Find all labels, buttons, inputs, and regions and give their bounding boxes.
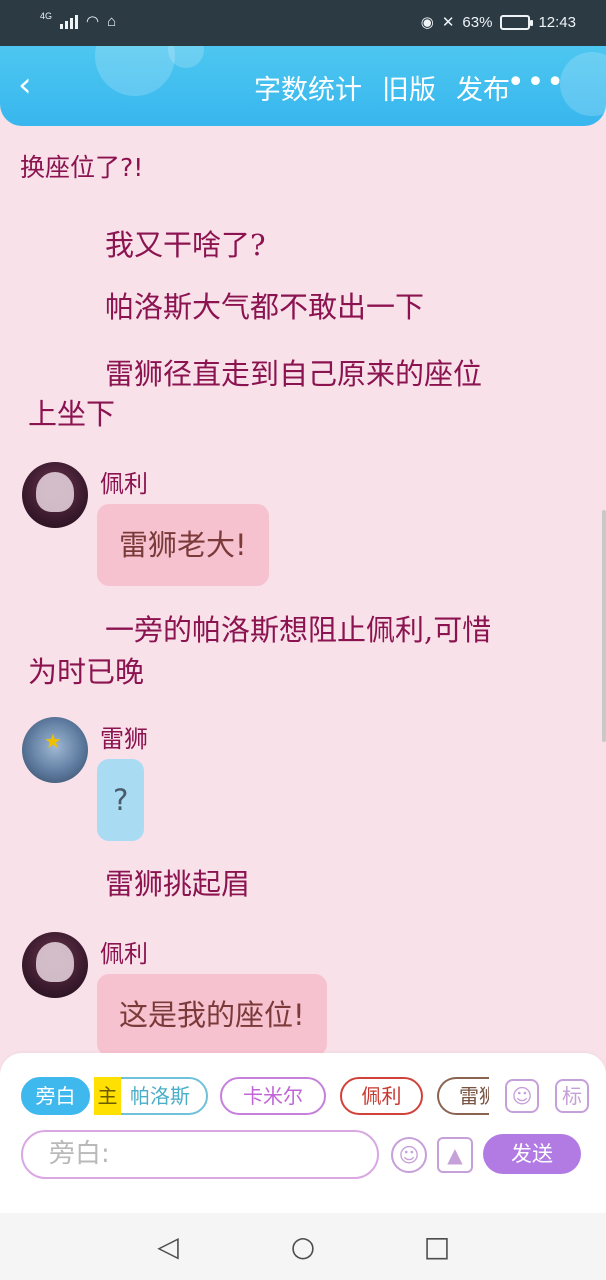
narration-line: 雷狮径直走到自己原来的座位 (105, 357, 483, 391)
publish-button[interactable]: 发布 (456, 68, 510, 107)
status-left: 4G ◠ ⌂ (40, 11, 117, 30)
avatar-hair (36, 472, 74, 512)
speaker-name: 雷狮 (100, 725, 148, 753)
speaker-name: 佩利 (100, 470, 148, 498)
avatar-leishi[interactable]: ★ (22, 717, 88, 783)
decor-bubble (560, 52, 606, 116)
mute-icon: ✕ (441, 14, 455, 31)
nav-recents-icon[interactable]: □ (421, 1231, 453, 1263)
clock: 12:43 (538, 13, 576, 31)
avatar-peri[interactable] (22, 462, 88, 528)
old-version-button[interactable]: 旧版 (382, 68, 436, 107)
nav-back-icon[interactable]: ◁ (152, 1231, 184, 1263)
chat-bubble[interactable]: 这是我的座位! (97, 974, 327, 1054)
cleaner-icon: ⌂ (107, 12, 117, 30)
message-input[interactable]: 旁白: (21, 1130, 379, 1179)
main-role-tag: 主 (94, 1077, 121, 1115)
send-button[interactable]: 发送 (483, 1134, 581, 1174)
word-count-button[interactable]: 字数统计 (254, 68, 362, 107)
avatar-peri[interactable] (22, 932, 88, 998)
role-chip-kamir[interactable]: 卡米尔 (220, 1077, 326, 1115)
star-icon: ★ (44, 729, 62, 753)
battery-percent: 63% (462, 13, 493, 31)
system-navbar: ◁ ○ □ (0, 1213, 606, 1280)
role-chip-peri[interactable]: 佩利 (340, 1077, 423, 1115)
signal-icon (60, 13, 79, 29)
wifi-icon: ◠ (86, 13, 100, 30)
status-bar: 4G ◠ ⌂ ◉ ✕ 63% 12:43 (0, 0, 606, 46)
role-chip-leishi[interactable]: 雷狮 (437, 1077, 489, 1115)
narration-line: 一旁的帕洛斯想阻止佩利,可惜 (105, 613, 492, 647)
network-type: 4G (40, 11, 53, 21)
more-icon[interactable]: ••• (507, 68, 566, 98)
role-manage-icon[interactable]: ☺ (505, 1079, 539, 1113)
emoji-icon[interactable]: ☺ (391, 1137, 427, 1173)
narration-line: 我又干啥了? (105, 228, 266, 262)
chat-bubble[interactable]: ? (97, 759, 145, 841)
story-content: 换座位了?! 我又干啥了? 帕洛斯大气都不敢出一下 雷狮径直走到自己原来的座位 … (0, 126, 606, 1054)
app-header: ‹ 字数统计 旧版 发布 ••• (0, 46, 606, 126)
decor-bubble (95, 46, 175, 96)
avatar-hair (36, 942, 74, 982)
nav-home-icon[interactable]: ○ (287, 1231, 319, 1263)
battery-icon (500, 14, 534, 30)
top-narration: 换座位了?! (20, 153, 144, 182)
chat-bubble[interactable]: 雷狮老大! (97, 504, 269, 586)
mark-button[interactable]: 标 (555, 1079, 589, 1113)
header-actions: 字数统计 旧版 发布 (254, 68, 510, 107)
eye-icon: ◉ (420, 14, 434, 31)
speaker-name: 佩利 (100, 940, 148, 968)
narration-line: 雷狮挑起眉 (105, 867, 251, 901)
narration-line: 上坐下 (28, 397, 116, 431)
narration-line: 帕洛斯大气都不敢出一下 (105, 290, 425, 324)
scroll-indicator[interactable] (602, 510, 606, 742)
role-chip-narration[interactable]: 旁白 (21, 1077, 90, 1115)
image-icon[interactable]: ▲ (437, 1137, 473, 1173)
status-right: ◉ ✕ 63% 12:43 (420, 13, 576, 32)
narration-line: 为时已晚 (28, 655, 145, 689)
back-icon[interactable]: ‹ (18, 68, 54, 104)
